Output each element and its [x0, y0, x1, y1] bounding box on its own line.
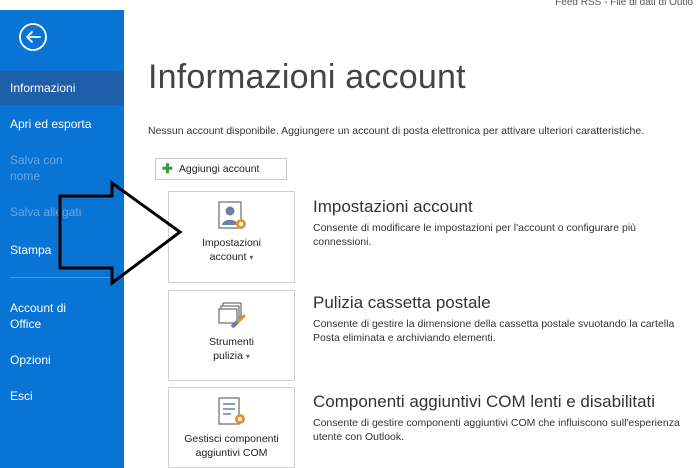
plus-icon: ✚ — [162, 161, 173, 176]
section-description: Consente di gestire la dimensione della … — [313, 318, 675, 344]
sidebar-item-label: Esci — [10, 389, 33, 403]
sidebar-item-opzioni[interactable]: Opzioni — [0, 352, 124, 368]
page-title: Informazioni account — [148, 58, 466, 96]
main-content: Informazioni account Nessun account disp… — [124, 10, 697, 468]
account-settings-icon — [218, 201, 246, 229]
sidebar-item-label: Apri ed esporta — [10, 117, 92, 131]
section-description: Consente di modificare le impostazioni p… — [313, 222, 637, 248]
sidebar-item-label: Opzioni — [10, 353, 51, 367]
tile-label-line1: Strumenti — [209, 336, 254, 348]
sidebar-item-label: Salva con nome — [10, 153, 63, 183]
back-arrow-icon — [19, 23, 47, 51]
cleanup-tools-icon — [218, 302, 247, 329]
sidebar-item-informazioni[interactable]: Informazioni — [0, 71, 124, 105]
tile-label-line2: account ▾ — [169, 250, 294, 265]
backstage-sidebar: Informazioni Apri ed esporta Salva con n… — [0, 10, 124, 468]
back-button[interactable] — [18, 22, 48, 52]
tile-label-text: pulizia — [213, 350, 243, 362]
add-account-button[interactable]: ✚ Aggiungi account — [155, 158, 287, 180]
section-title: Componenti aggiuntivi COM lenti e disabi… — [313, 392, 656, 411]
cleanup-tools-button[interactable]: Strumenti pulizia ▾ — [168, 290, 295, 381]
sidebar-item-account-di-office[interactable]: Account di Office — [0, 300, 100, 332]
sidebar-item-label: Account di Office — [10, 301, 67, 331]
sidebar-item-salva-con-nome: Salva con nome — [0, 152, 90, 184]
tile-label-text: account — [209, 251, 247, 263]
sidebar-item-stampa[interactable]: Stampa — [0, 242, 124, 258]
dropdown-caret-icon: ▾ — [245, 352, 250, 361]
window-title: Feed RSS - File di dati di Outlo — [555, 0, 693, 8]
section-title: Pulizia cassetta postale — [313, 293, 491, 312]
sidebar-item-label: Stampa — [10, 243, 52, 257]
tile-label-line1: Impostazioni — [202, 237, 261, 249]
sidebar-item-label: Informazioni — [10, 81, 76, 95]
title-bar: Feed RSS - File di dati di Outlo — [0, 0, 697, 10]
sidebar-divider — [10, 277, 114, 278]
com-addins-icon — [218, 397, 245, 425]
account-settings-button[interactable]: Impostazioni account ▾ — [168, 191, 295, 283]
section-title: Impostazioni account — [313, 197, 473, 216]
sidebar-item-apri-ed-esporta[interactable]: Apri ed esporta — [0, 116, 124, 132]
tile-label-line2: pulizia ▾ — [169, 349, 294, 364]
sidebar-item-label: Salva allegati — [10, 205, 82, 219]
no-account-note: Nessun account disponibile. Aggiungere u… — [148, 125, 645, 137]
com-addins-button[interactable]: Gestisci componenti aggiuntivi COM — [168, 387, 295, 468]
tile-label-line1: Gestisci componenti — [184, 433, 279, 445]
dropdown-caret-icon: ▾ — [249, 253, 254, 262]
section-description: Consente di gestire componenti aggiuntiv… — [313, 417, 680, 443]
add-account-label: Aggiungi account — [178, 163, 260, 175]
sidebar-item-esci[interactable]: Esci — [0, 388, 124, 404]
sidebar-item-salva-allegati: Salva allegati — [0, 204, 124, 220]
tile-label-line2: aggiuntivi COM — [195, 447, 268, 459]
